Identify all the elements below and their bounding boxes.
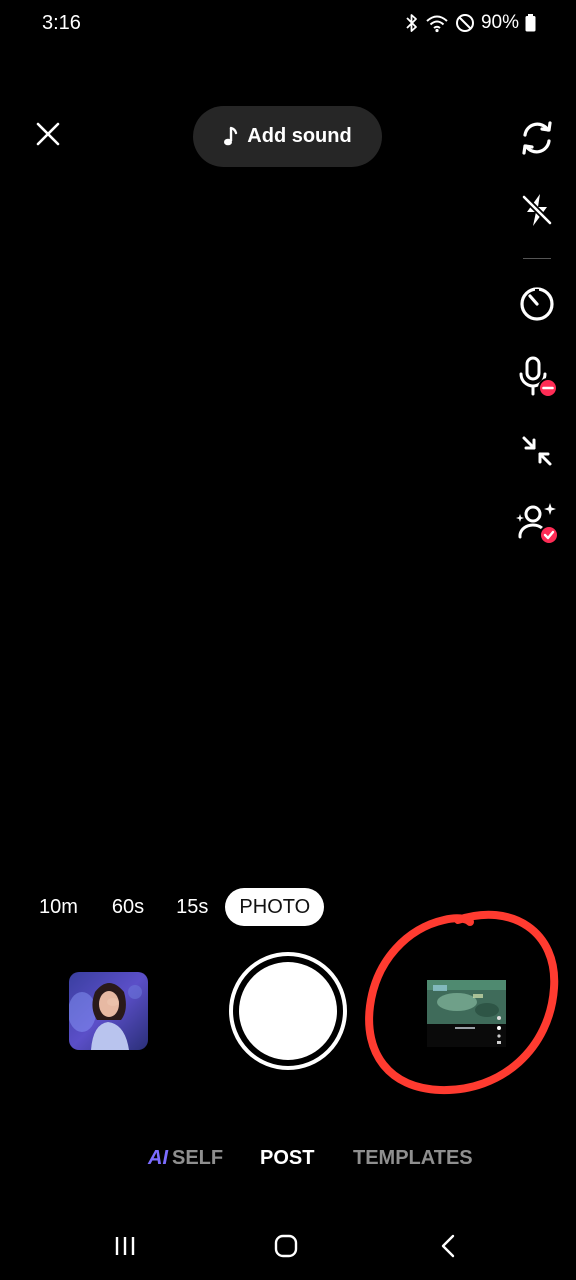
battery-text: 90%	[480, 12, 519, 33]
effects-button[interactable]	[69, 972, 148, 1050]
close-icon	[36, 122, 60, 146]
add-sound-label: Add sound	[247, 125, 352, 147]
home-icon	[274, 1234, 298, 1258]
mode-selector: 10m 60s 15s PHOTO	[26, 888, 325, 926]
mode-10m[interactable]: 10m	[26, 888, 91, 926]
tab-ai-self-label: SELF	[172, 1147, 224, 1169]
tab-ai-self[interactable]: AI SELF	[148, 1147, 223, 1170]
back-button[interactable]	[428, 1226, 468, 1266]
shutter-button[interactable]	[229, 952, 347, 1070]
bottom-tabs: AI SELF POST TEMPLATES	[0, 1147, 576, 1175]
shutter-inner	[239, 962, 337, 1060]
collapse-button[interactable]	[512, 426, 562, 476]
back-icon	[441, 1234, 455, 1258]
collapse-icon	[522, 436, 552, 466]
mode-15s[interactable]: 15s	[163, 888, 221, 926]
flip-camera-icon	[522, 121, 552, 155]
mode-60s[interactable]: 60s	[99, 888, 157, 926]
do-not-disturb-icon	[455, 13, 475, 33]
upload-gallery-thumbnail	[427, 980, 506, 1047]
close-button[interactable]	[30, 116, 66, 152]
status-time: 3:16	[42, 12, 81, 34]
bluetooth-icon	[405, 13, 419, 33]
rail-divider	[523, 258, 551, 259]
recents-button[interactable]	[105, 1226, 145, 1266]
recents-icon	[115, 1237, 135, 1255]
add-sound-button[interactable]: Add sound	[193, 106, 382, 167]
retouch-button[interactable]	[512, 498, 562, 548]
music-note-icon	[224, 126, 238, 145]
microphone-button[interactable]	[512, 352, 562, 402]
tab-templates[interactable]: TEMPLATES	[353, 1147, 473, 1170]
flash-button[interactable]	[512, 185, 562, 235]
timer-button[interactable]	[512, 278, 562, 328]
mode-photo[interactable]: PHOTO	[225, 888, 325, 926]
flip-camera-button[interactable]	[512, 113, 562, 163]
timer-icon	[520, 287, 554, 321]
ai-badge: AI	[148, 1147, 168, 1169]
status-icons: 90%	[405, 10, 536, 36]
tab-post[interactable]: POST	[260, 1147, 314, 1170]
effects-thumbnail	[69, 972, 148, 1050]
flash-off-icon	[521, 194, 553, 226]
battery-icon	[525, 14, 536, 32]
mic-off-icon	[519, 356, 558, 398]
retouch-icon	[516, 503, 559, 545]
upload-button[interactable]	[427, 980, 506, 1047]
home-button[interactable]	[266, 1226, 306, 1266]
wifi-icon	[425, 13, 449, 33]
